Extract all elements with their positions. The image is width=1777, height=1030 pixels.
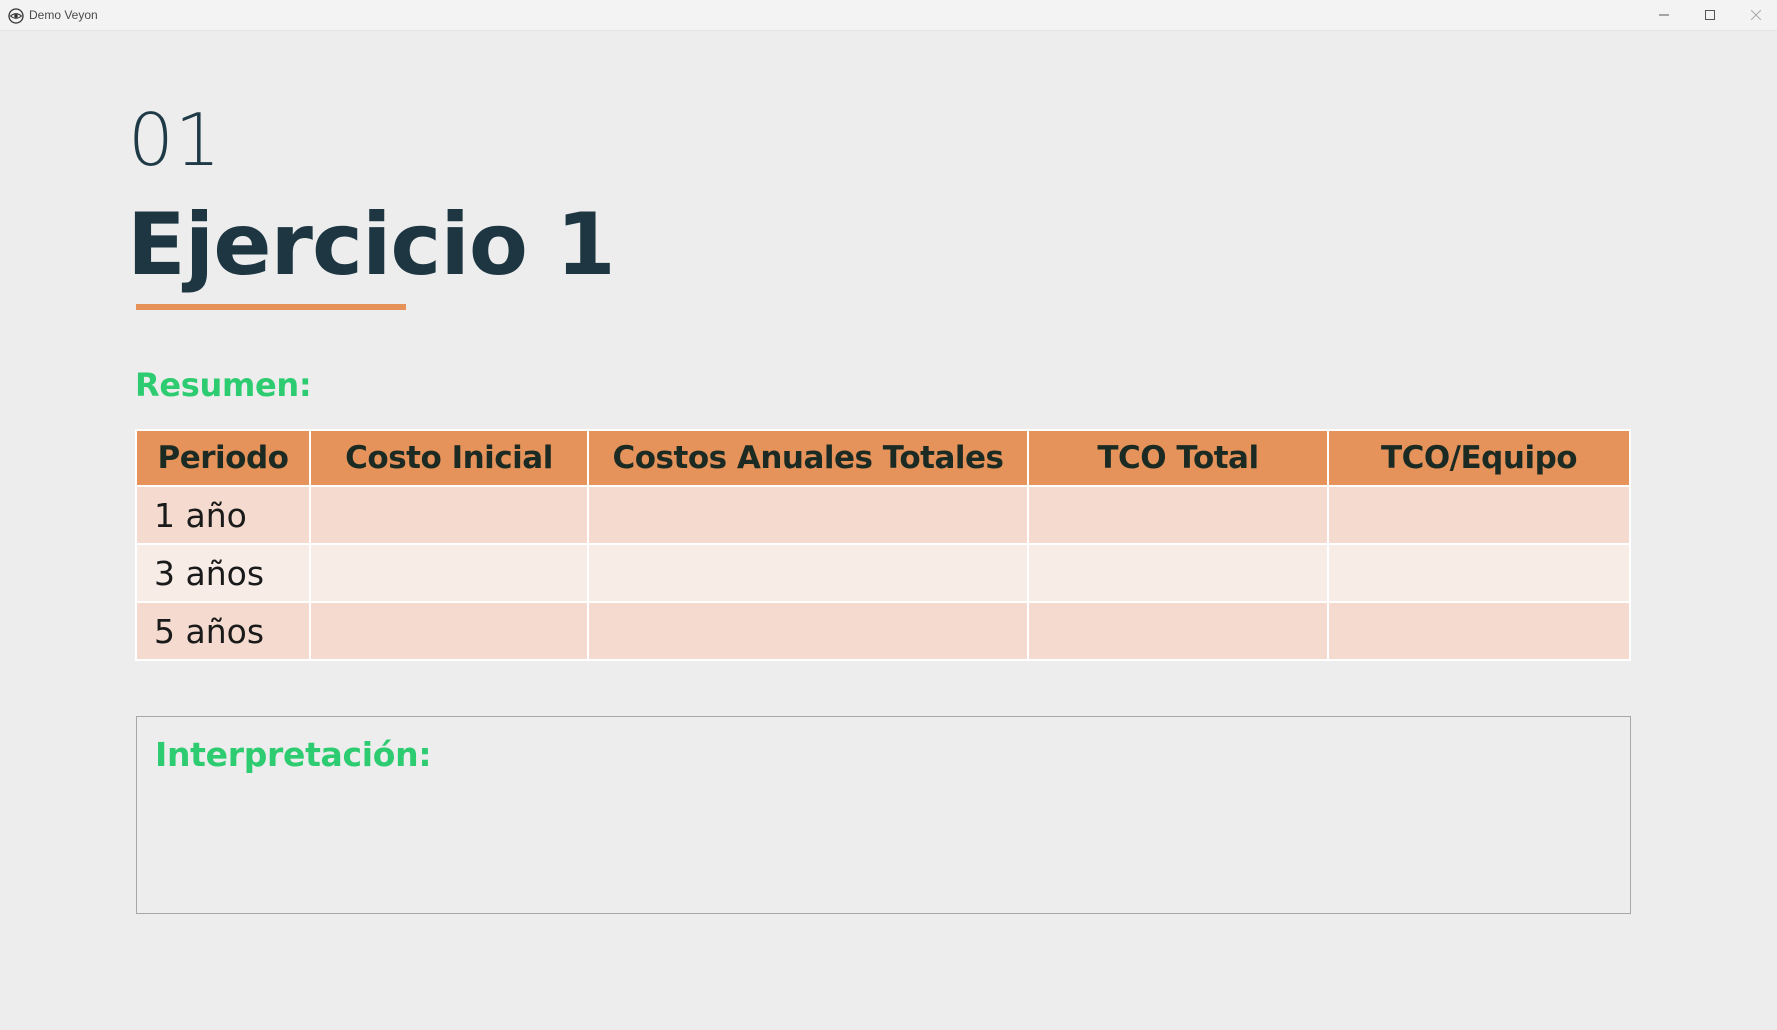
cell-tco-equipo[interactable] bbox=[1329, 487, 1631, 545]
header-periodo: Periodo bbox=[135, 429, 311, 487]
interpretation-box[interactable]: Interpretación: bbox=[136, 716, 1631, 914]
cell-costos-anuales[interactable] bbox=[589, 603, 1029, 661]
cell-costo-inicial[interactable] bbox=[311, 487, 589, 545]
cell-tco-total[interactable] bbox=[1029, 603, 1329, 661]
header-costos-anuales-totales: Costos Anuales Totales bbox=[589, 429, 1029, 487]
cell-tco-equipo[interactable] bbox=[1329, 603, 1631, 661]
summary-label: Resumen: bbox=[135, 366, 312, 404]
cell-tco-equipo[interactable] bbox=[1329, 545, 1631, 603]
title-underline bbox=[136, 304, 406, 310]
slide-title: Ejercicio 1 bbox=[127, 195, 616, 295]
minimize-button[interactable] bbox=[1641, 0, 1687, 30]
veyon-eye-icon bbox=[8, 8, 24, 24]
cell-costos-anuales[interactable] bbox=[589, 487, 1029, 545]
interpretation-label: Interpretación: bbox=[155, 735, 432, 774]
cell-tco-total[interactable] bbox=[1029, 545, 1329, 603]
cell-tco-total[interactable] bbox=[1029, 487, 1329, 545]
cell-costo-inicial[interactable] bbox=[311, 603, 589, 661]
header-tco-equipo: TCO/Equipo bbox=[1329, 429, 1631, 487]
close-button[interactable] bbox=[1733, 0, 1777, 30]
table-row: 5 años bbox=[135, 603, 1631, 661]
cell-periodo[interactable]: 5 años bbox=[135, 603, 311, 661]
summary-table: Periodo Costo Inicial Costos Anuales Tot… bbox=[135, 429, 1631, 661]
presentation-window: Demo Veyon 01 Ejercicio 1 Resumen: Perio… bbox=[0, 0, 1777, 1030]
table-row: 1 año bbox=[135, 487, 1631, 545]
header-tco-total: TCO Total bbox=[1029, 429, 1329, 487]
cell-periodo[interactable]: 1 año bbox=[135, 487, 311, 545]
minimize-icon bbox=[1659, 14, 1669, 16]
header-costo-inicial: Costo Inicial bbox=[311, 429, 589, 487]
maximize-icon bbox=[1705, 10, 1715, 20]
slide-number: 01 bbox=[128, 98, 222, 182]
cell-periodo[interactable]: 3 años bbox=[135, 545, 311, 603]
cell-costo-inicial[interactable] bbox=[311, 545, 589, 603]
table-header-row: Periodo Costo Inicial Costos Anuales Tot… bbox=[135, 429, 1631, 487]
table-row: 3 años bbox=[135, 545, 1631, 603]
close-icon bbox=[1751, 10, 1761, 20]
title-bar[interactable]: Demo Veyon bbox=[0, 0, 1777, 31]
window-title: Demo Veyon bbox=[29, 8, 98, 22]
maximize-button[interactable] bbox=[1687, 0, 1733, 30]
cell-costos-anuales[interactable] bbox=[589, 545, 1029, 603]
